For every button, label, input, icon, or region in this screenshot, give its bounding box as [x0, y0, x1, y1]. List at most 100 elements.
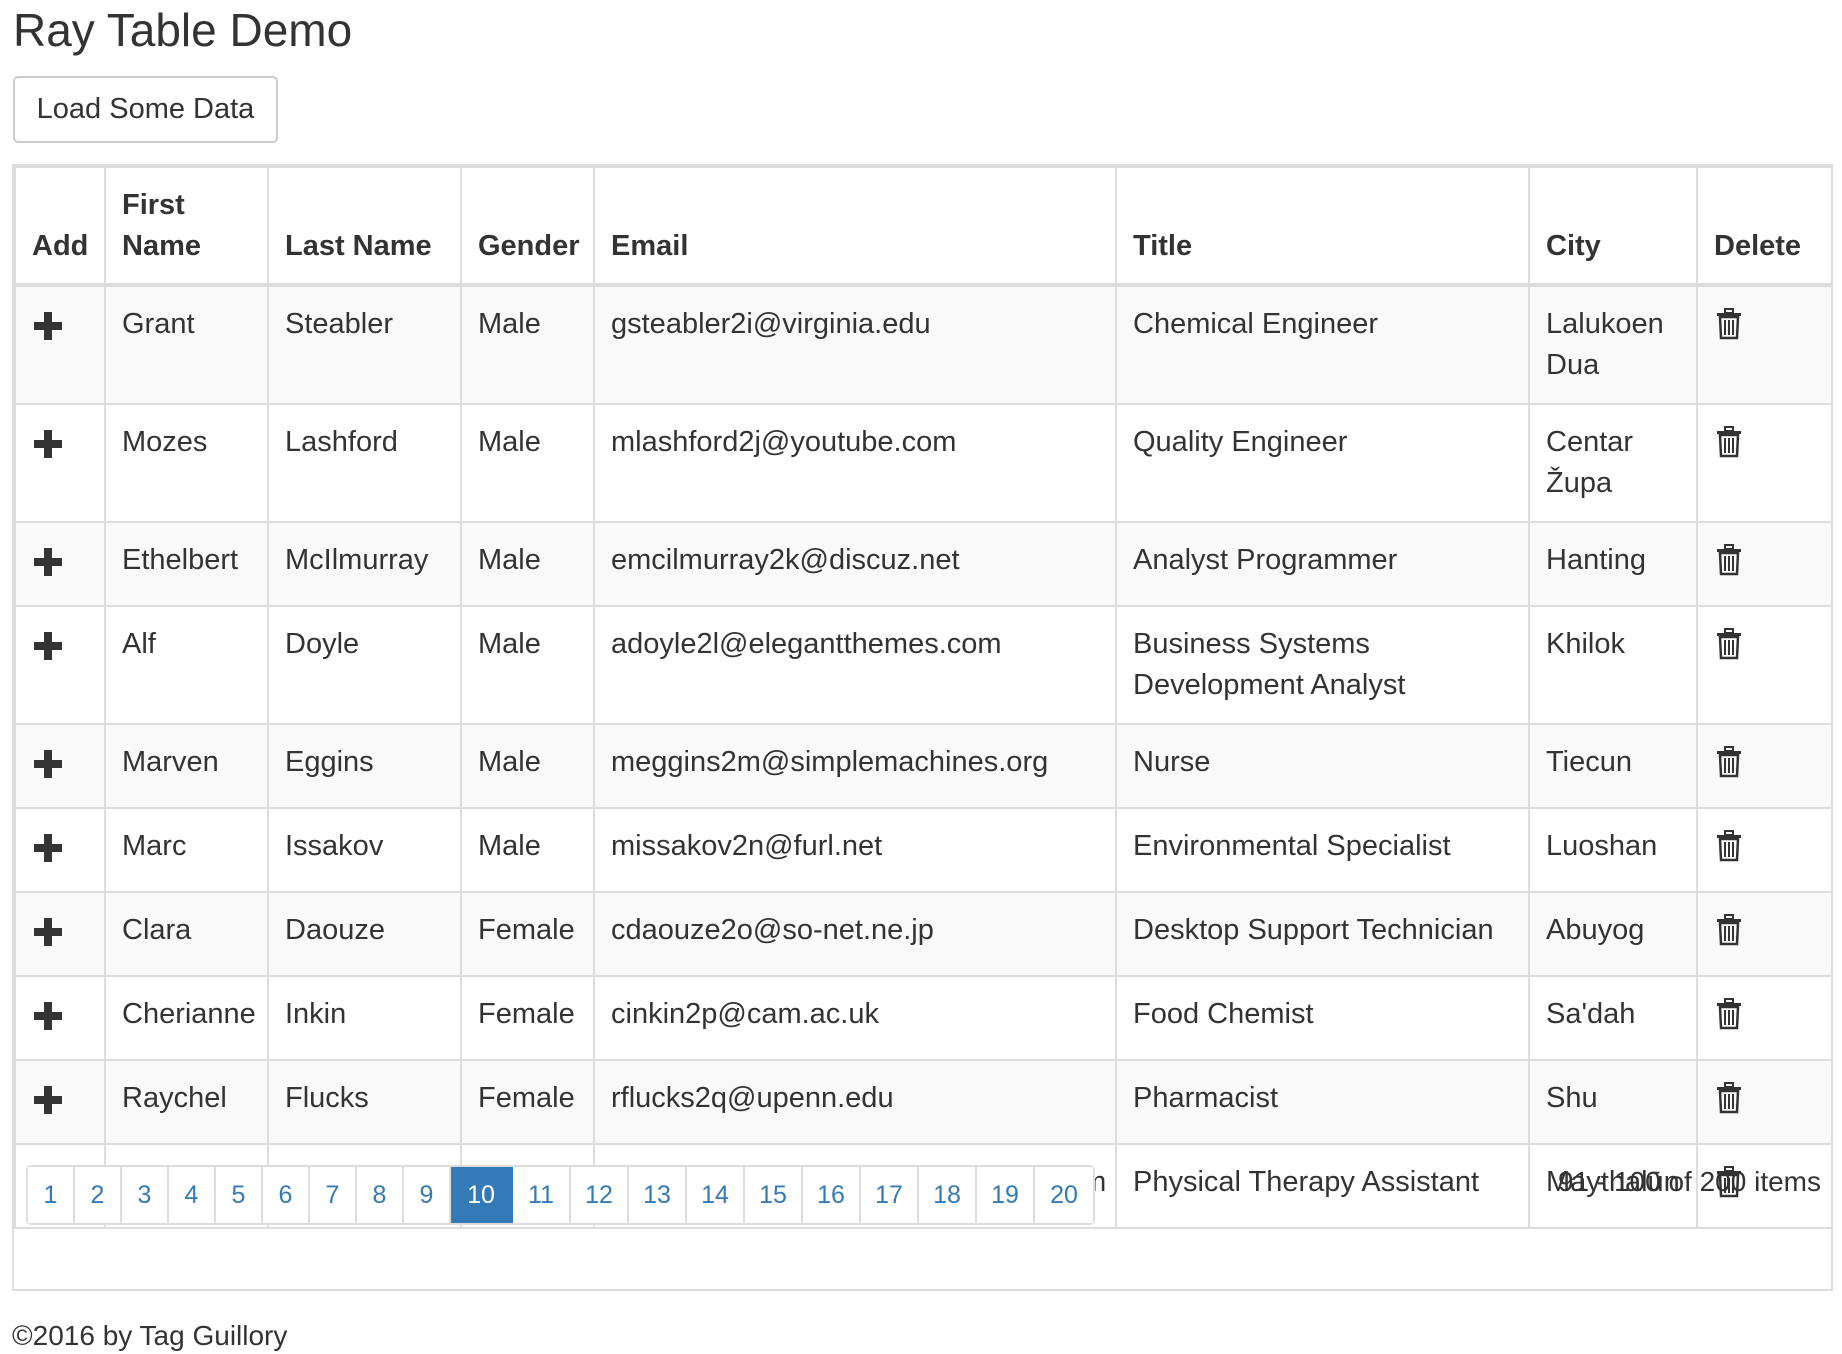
cell-first-name: Ethelbert: [104, 521, 269, 607]
cell-title: Business Systems Development Analyst: [1115, 605, 1530, 725]
add-cell: [14, 807, 106, 893]
delete-cell: [1696, 807, 1833, 893]
page-link[interactable]: 18: [919, 1167, 977, 1223]
cell-first-name: Clara: [104, 891, 269, 977]
cell-last-name: Inkin: [267, 975, 462, 1061]
page-link[interactable]: 2: [75, 1167, 122, 1223]
trash-icon[interactable]: [1716, 746, 1742, 778]
table-row: Cherianne Inkin Female cinkin2p@cam.ac.uk Fo…: [14, 975, 1833, 1061]
add-cell: [14, 284, 106, 405]
page-link[interactable]: 17: [861, 1167, 919, 1223]
trash-icon[interactable]: [1716, 628, 1742, 660]
plus-icon[interactable]: [34, 917, 62, 946]
delete-cell: [1696, 605, 1833, 725]
cell-city: Centar Župa: [1528, 403, 1698, 523]
footer-copyright: ©2016 by Tag Guillory: [12, 1320, 288, 1351]
cell-email: gsteabler2i@virginia.edu: [593, 284, 1117, 405]
page-link[interactable]: 3: [122, 1167, 169, 1223]
page-link[interactable]: 15: [745, 1167, 803, 1223]
page-link[interactable]: 9: [404, 1167, 451, 1223]
add-cell: [14, 403, 106, 523]
load-data-button[interactable]: Load Some Data: [13, 76, 278, 143]
page-link[interactable]: 14: [687, 1167, 745, 1223]
add-cell: [14, 723, 106, 809]
cell-city: Shu: [1528, 1059, 1698, 1145]
page-link[interactable]: 6: [263, 1167, 310, 1223]
cell-last-name: Issakov: [267, 807, 462, 893]
plus-icon[interactable]: [34, 429, 62, 458]
cell-first-name: Mozes: [104, 403, 269, 523]
cell-city: Hanting: [1528, 521, 1698, 607]
cell-gender: Male: [460, 605, 595, 725]
table-row: Alf Doyle Male adoyle2l@elegantthemes.com Bu…: [14, 605, 1833, 725]
page-title: Ray Table Demo: [13, 4, 353, 56]
trash-icon[interactable]: [1716, 998, 1742, 1030]
cell-gender: Male: [460, 807, 595, 893]
header-city: City: [1528, 166, 1698, 287]
page-link[interactable]: 11: [513, 1167, 571, 1223]
page-link[interactable]: 8: [357, 1167, 404, 1223]
trash-icon[interactable]: [1716, 426, 1742, 458]
cell-email: mlashford2j@youtube.com: [593, 403, 1117, 523]
add-cell: [14, 605, 106, 725]
table-row: Mozes Lashford Male mlashford2j@youtube.com…: [14, 403, 1833, 523]
plus-icon[interactable]: [34, 547, 62, 576]
page-link[interactable]: 12: [571, 1167, 629, 1223]
page-link[interactable]: 19: [977, 1167, 1035, 1223]
cell-city: Lalukoen Dua: [1528, 284, 1698, 405]
cell-last-name: Daouze: [267, 891, 462, 977]
cell-title: Food Chemist: [1115, 975, 1530, 1061]
page-link[interactable]: 7: [310, 1167, 357, 1223]
cell-last-name: Eggins: [267, 723, 462, 809]
cell-gender: Male: [460, 723, 595, 809]
plus-icon[interactable]: [34, 1085, 62, 1114]
cell-title: Environmental Specialist: [1115, 807, 1530, 893]
cell-title: Desktop Support Technician: [1115, 891, 1530, 977]
cell-gender: Male: [460, 284, 595, 405]
header-delete: Delete: [1696, 166, 1833, 287]
page-link[interactable]: 4: [169, 1167, 216, 1223]
trash-icon[interactable]: [1716, 544, 1742, 576]
cell-last-name: McIlmurray: [267, 521, 462, 607]
trash-icon[interactable]: [1716, 1082, 1742, 1114]
table-row: Marc Issakov Male missakov2n@furl.net Enviro…: [14, 807, 1833, 893]
page-link[interactable]: 20: [1035, 1167, 1093, 1223]
cell-email: cdaouze2o@so-net.ne.jp: [593, 891, 1117, 977]
page-link[interactable]: 10: [451, 1167, 513, 1223]
table-row: Ethelbert McIlmurray Male emcilmurray2k@dis…: [14, 521, 1833, 607]
pagination: 1 2 3 4 5 6 7 8 9 10 11 12 13 14 15 16 17 18 19 20: [26, 1165, 1095, 1225]
page-link[interactable]: 13: [629, 1167, 687, 1223]
trash-icon[interactable]: [1716, 914, 1742, 946]
header-add: Add: [14, 166, 106, 287]
cell-first-name: Grant: [104, 284, 269, 405]
cell-email: emcilmurray2k@discuz.net: [593, 521, 1117, 607]
cell-title: Quality Engineer: [1115, 403, 1530, 523]
plus-icon[interactable]: [34, 1001, 62, 1030]
cell-city: Tiecun: [1528, 723, 1698, 809]
add-cell: [14, 1059, 106, 1145]
cell-city: Khilok: [1528, 605, 1698, 725]
delete-cell: [1696, 403, 1833, 523]
cell-email: missakov2n@furl.net: [593, 807, 1117, 893]
page-link[interactable]: 1: [28, 1167, 75, 1223]
cell-gender: Female: [460, 1059, 595, 1145]
cell-last-name: Flucks: [267, 1059, 462, 1145]
plus-icon[interactable]: [34, 833, 62, 862]
cell-gender: Male: [460, 403, 595, 523]
add-cell: [14, 891, 106, 977]
cell-first-name: Marc: [104, 807, 269, 893]
cell-title: Analyst Programmer: [1115, 521, 1530, 607]
trash-icon[interactable]: [1716, 308, 1742, 340]
plus-icon[interactable]: [34, 311, 62, 340]
table-body: Grant Steabler Male gsteabler2i@virginia.ed…: [14, 284, 1833, 1229]
plus-icon[interactable]: [34, 631, 62, 660]
page-link[interactable]: 16: [803, 1167, 861, 1223]
cell-title: Pharmacist: [1115, 1059, 1530, 1145]
cell-first-name: Alf: [104, 605, 269, 725]
table-panel: Add First Name Last Name Gender Email Ti…: [12, 164, 1833, 1291]
plus-icon[interactable]: [34, 749, 62, 778]
cell-gender: Male: [460, 521, 595, 607]
trash-icon[interactable]: [1716, 830, 1742, 862]
page: Ray Table Demo Load Some Data Add First …: [0, 0, 1842, 1354]
page-link[interactable]: 5: [216, 1167, 263, 1223]
